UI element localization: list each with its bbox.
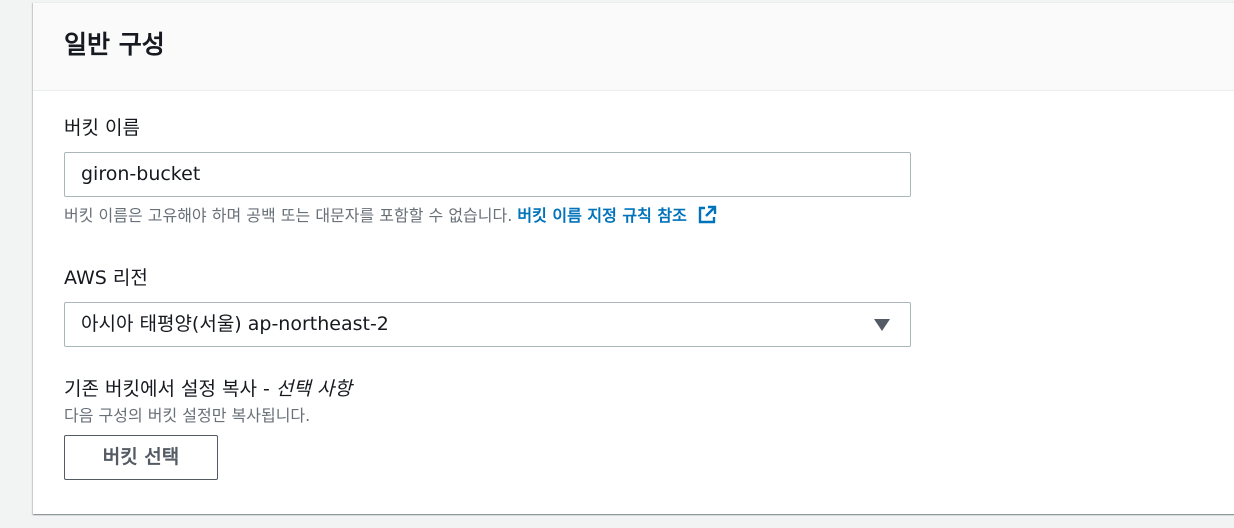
external-link-icon xyxy=(698,205,717,224)
bucket-name-hint-text: 버킷 이름은 고유해야 하며 공백 또는 대문자를 포함할 수 없습니다. xyxy=(64,206,518,225)
bucket-name-label: 버킷 이름 xyxy=(64,117,140,139)
caret-down-icon xyxy=(874,319,890,331)
panel-header: 일반 구성 xyxy=(33,3,1234,91)
bucket-name-hint: 버킷 이름은 고유해야 하며 공백 또는 대문자를 포함할 수 없습니다. 버킷… xyxy=(64,205,717,227)
naming-rules-link-label: 버킷 이름 지정 규칙 참조 xyxy=(517,206,687,225)
general-config-panel: 일반 구성 버킷 이름 giron-bucket 버킷 이름은 고유해야 하며 … xyxy=(33,2,1234,514)
bucket-name-value: giron-bucket xyxy=(81,163,201,185)
copy-settings-description: 다음 구성의 버킷 설정만 복사됩니다. xyxy=(64,406,311,425)
region-select[interactable]: 아시아 태평양(서울) ap-northeast-2 xyxy=(64,302,911,347)
copy-settings-label-main: 기존 버킷에서 설정 복사 - xyxy=(64,378,276,400)
region-label: AWS 리전 xyxy=(64,267,148,289)
naming-rules-link[interactable]: 버킷 이름 지정 규칙 참조 xyxy=(517,205,717,225)
copy-settings-label: 기존 버킷에서 설정 복사 - 선택 사항 xyxy=(64,376,352,402)
choose-bucket-button[interactable]: 버킷 선택 xyxy=(64,435,218,480)
optional-label: 선택 사항 xyxy=(275,378,352,400)
bucket-name-input[interactable]: giron-bucket xyxy=(64,152,911,197)
section-title: 일반 구성 xyxy=(64,30,165,59)
region-selected-value: 아시아 태평양(서울) ap-northeast-2 xyxy=(81,313,389,335)
